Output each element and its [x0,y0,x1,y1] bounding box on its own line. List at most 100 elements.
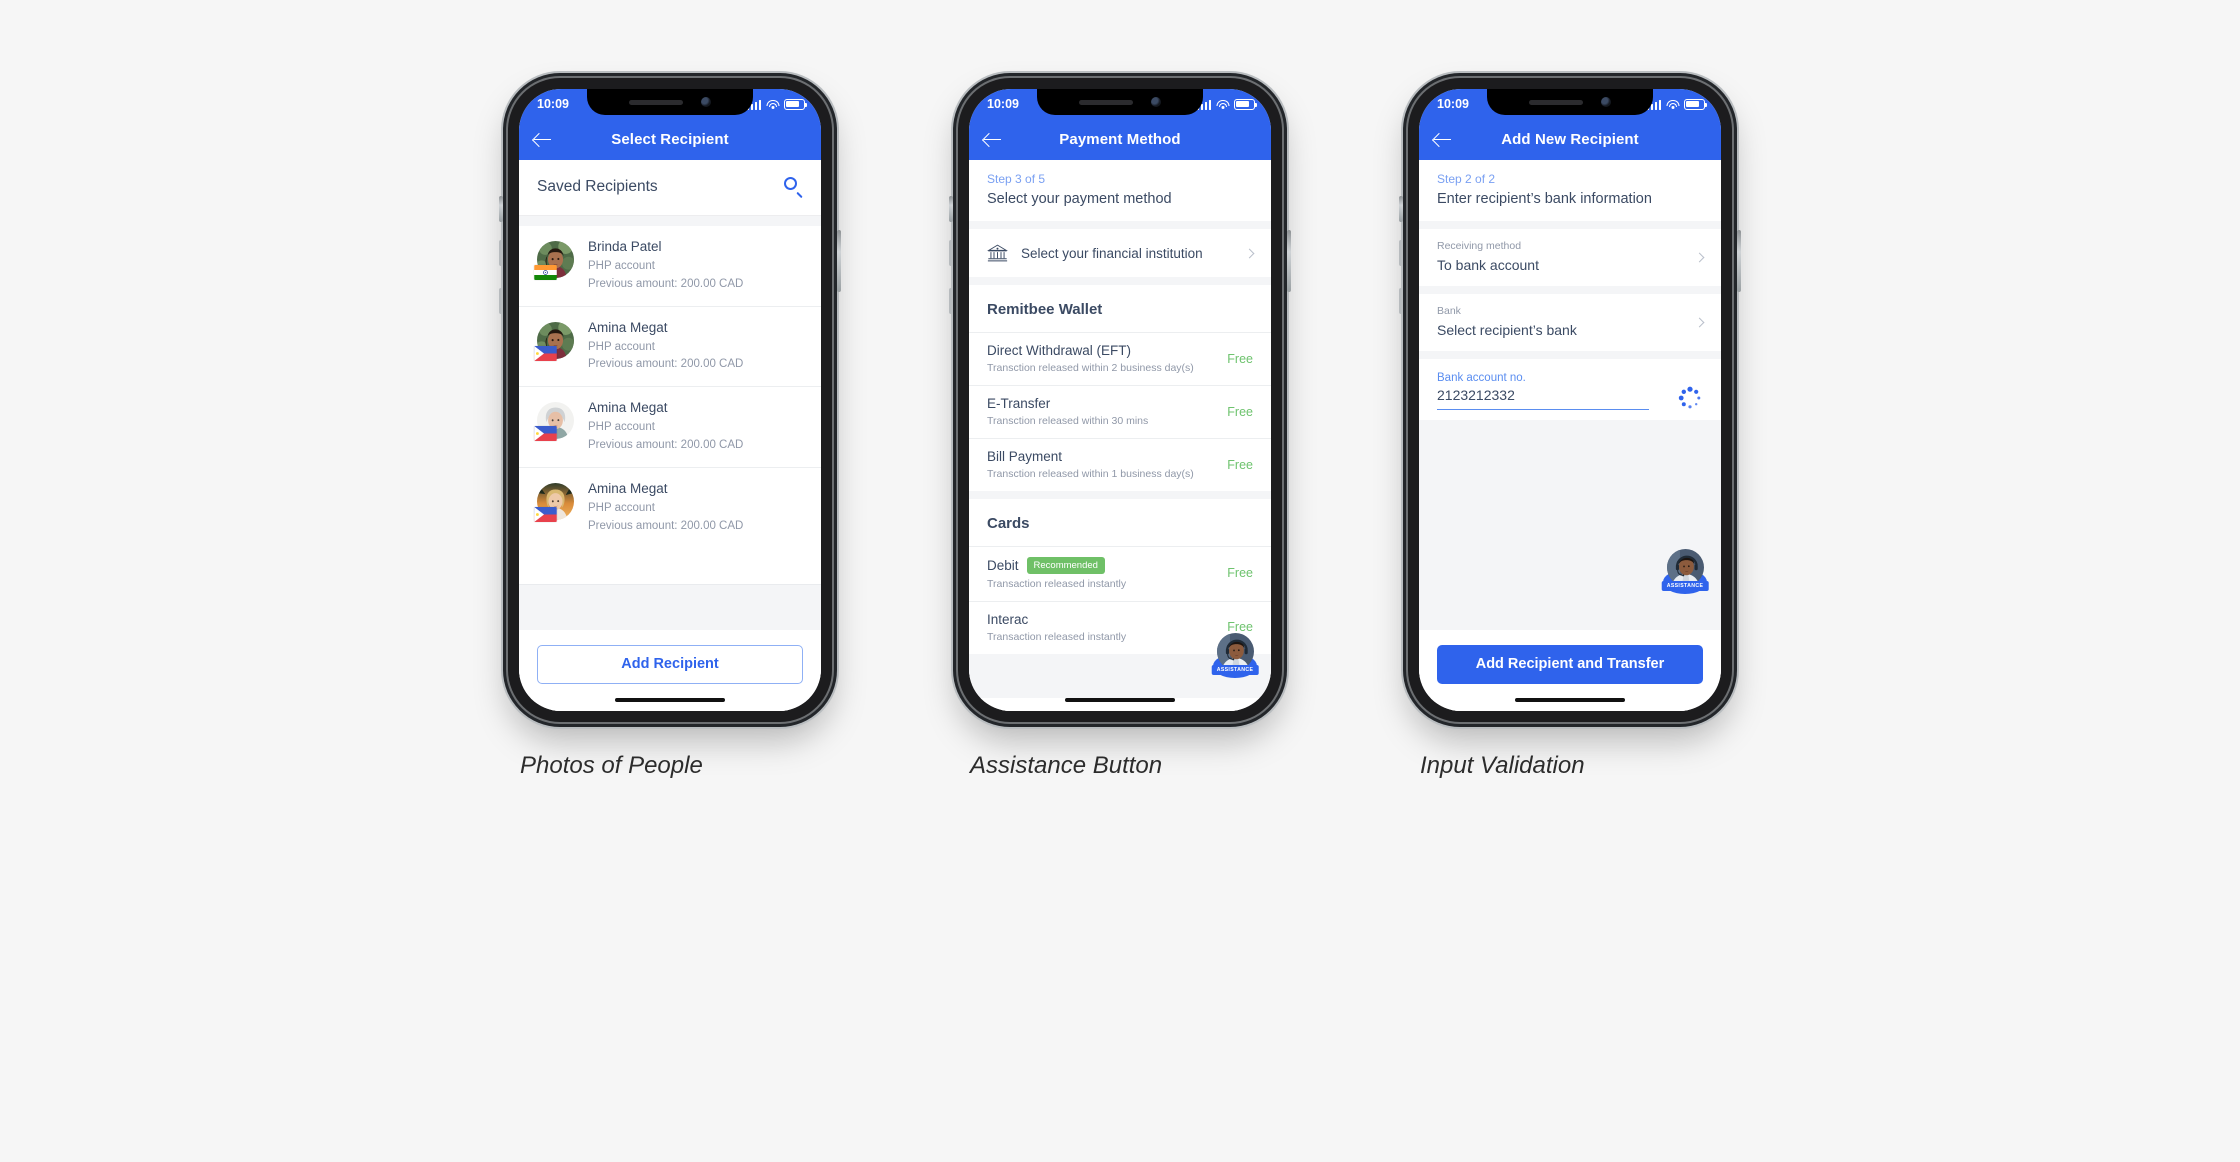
add-recipient-button[interactable]: Add Recipient [537,644,803,684]
front-camera-icon [701,97,711,107]
bank-field[interactable]: Bank Select recipient’s bank [1419,294,1721,351]
option-name: Direct Withdrawal (EFT) [987,343,1132,358]
recipient-text: Amina Megat PHP account Previous amount:… [588,320,743,375]
home-indicator-bar [519,697,821,711]
chevron-right-icon [1244,248,1255,258]
divider-gap [1419,221,1721,229]
step-header: Step 3 of 5 Select your payment method [969,160,1271,221]
add-recipient-and-transfer-button[interactable]: Add Recipient and Transfer [1437,644,1703,684]
screen-body-3: Step 2 of 2 Enter recipient’s bank infor… [1419,160,1721,711]
option-description: Transction released within 1 business da… [987,468,1194,480]
list-item[interactable]: Amina Megat PHP account Previous amount:… [519,387,821,468]
phone-column-payment-method: 10:09 Payment Method Step 3 of 5 Select … [949,78,1291,780]
option-text: Bill Payment Transction released within … [987,449,1217,480]
recipient-name: Brinda Patel [588,239,662,254]
payment-option-row[interactable]: Direct Withdrawal (EFT) Transction relea… [969,332,1271,385]
page-title: Select Recipient [611,131,729,148]
footer-3: Add Recipient and Transfer [1419,629,1721,698]
search-icon[interactable] [784,177,803,199]
option-text: Debit Recommended Transaction released i… [987,557,1217,590]
assistance-label: ASSISTANCE [1211,664,1259,675]
avatar [534,241,574,280]
recommended-badge: Recommended [1026,557,1105,574]
speaker-grille-icon [629,99,683,105]
battery-icon [1234,98,1258,110]
screenshot-stage: 10:09 Select Recipient Saved Recipients [0,0,2240,1162]
notch [1487,89,1653,115]
field-label: Bank [1437,305,1461,317]
back-arrow-icon[interactable] [1433,130,1453,150]
app-bar-3: Add New Recipient [1419,119,1721,160]
payment-option-row[interactable]: Bill Payment Transction released within … [969,438,1271,491]
recipient-previous-amount: Previous amount: 200.00 CAD [588,358,744,371]
list-item[interactable]: Amina Megat PHP account Previous amount:… [519,468,821,548]
step-header: Step 2 of 2 Enter recipient’s bank infor… [1419,160,1721,221]
home-indicator[interactable] [615,697,725,702]
recipient-previous-amount: Previous amount: 200.00 CAD [588,519,744,532]
speaker-grille-icon [1079,99,1133,105]
option-name: E-Transfer [987,396,1051,411]
list-bottom-gap [519,583,821,630]
recipient-name: Amina Megat [588,319,668,335]
divider-gap [1419,286,1721,294]
bank-account-label: Bank account no. [1437,372,1526,384]
caption-assistance-button: Assistance Button [970,752,1163,779]
field-value: To bank account [1437,257,1539,273]
group-remitbee-wallet: Remitbee Wallet Direct Withdrawal (EFT) … [969,285,1271,491]
caption-input-validation: Input Validation [1420,752,1585,779]
step-label: Step 2 of 2 [1437,172,1496,186]
screen-payment-method: 10:09 Payment Method Step 3 of 5 Select … [969,89,1271,711]
option-description: Transction released within 30 mins [987,415,1149,427]
assistance-button[interactable]: ASSISTANCE [1661,549,1709,594]
list-item[interactable]: Amina Megat PHP account Previous amount:… [519,307,821,388]
avatar [534,321,574,361]
battery-icon [1684,98,1708,110]
step-title: Select your payment method [987,191,1172,207]
recipient-text: Amina Megat PHP account Previous amount:… [588,400,743,455]
home-indicator[interactable] [1065,697,1175,702]
payment-option-row[interactable]: E-Transfer Transction released within 30… [969,385,1271,438]
notch [1037,89,1203,115]
recipient-list: Brinda Patel PHP account Previous amount… [519,226,821,584]
recipient-text: Brinda Patel PHP account Previous amount… [588,239,743,294]
saved-recipients-label: Saved Recipients [537,177,658,195]
recipient-account: PHP account [588,501,655,514]
screen-body-1: Saved Recipients Brinda Patel PHP accoun… [519,160,821,711]
list-item[interactable]: Brinda Patel PHP account Previous amount… [519,226,821,307]
flag-icon-philippines [534,426,557,442]
flag-icon-india [534,265,557,280]
payment-option-row[interactable]: Debit Recommended Transaction released i… [969,546,1271,601]
phone-frame-1: 10:09 Select Recipient Saved Recipients [499,78,841,722]
back-arrow-icon[interactable] [533,130,553,150]
caption-photos-of-people: Photos of People [520,752,703,779]
recipient-account: PHP account [588,421,655,434]
flag-icon-philippines [534,345,557,361]
recipient-previous-amount: Previous amount: 200.00 CAD [588,439,744,452]
institution-label: Select your financial institution [1021,245,1203,261]
step-label: Step 3 of 5 [987,172,1046,186]
loading-spinner-icon [1677,385,1703,411]
recipient-account: PHP account [588,340,655,353]
avatar [534,482,574,522]
recipient-name: Amina Megat [588,400,668,416]
screen-select-recipient: 10:09 Select Recipient Saved Recipients [519,89,821,711]
bank-account-number-field[interactable]: Bank account no. 2123212332 [1419,359,1721,420]
assistance-label: ASSISTANCE [1661,580,1709,591]
bank-icon [987,243,1008,263]
option-text: E-Transfer Transction released within 30… [987,396,1217,427]
option-description: Transaction released instantly [987,577,1127,590]
recipient-account: PHP account [588,260,655,272]
group-title: Remitbee Wallet [987,301,1103,318]
receiving-method-field[interactable]: Receiving method To bank account [1419,229,1721,286]
assistance-button[interactable]: ASSISTANCE [1211,633,1259,678]
select-financial-institution-row[interactable]: Select your financial institution [969,229,1271,277]
bank-account-input[interactable]: 2123212332 [1437,387,1649,410]
option-text: Direct Withdrawal (EFT) Transction relea… [987,343,1217,374]
option-fee: Free [1227,351,1253,366]
screen-add-new-recipient: 10:09 Add New Recipient Step 2 of 2 Ente… [1419,89,1721,711]
field-label: Receiving method [1437,240,1522,252]
option-text: Interac Transaction released instantly [987,612,1217,643]
back-arrow-icon[interactable] [983,130,1003,150]
recipient-previous-amount: Previous amount: 200.00 CAD [588,277,744,290]
home-indicator[interactable] [1515,697,1625,702]
